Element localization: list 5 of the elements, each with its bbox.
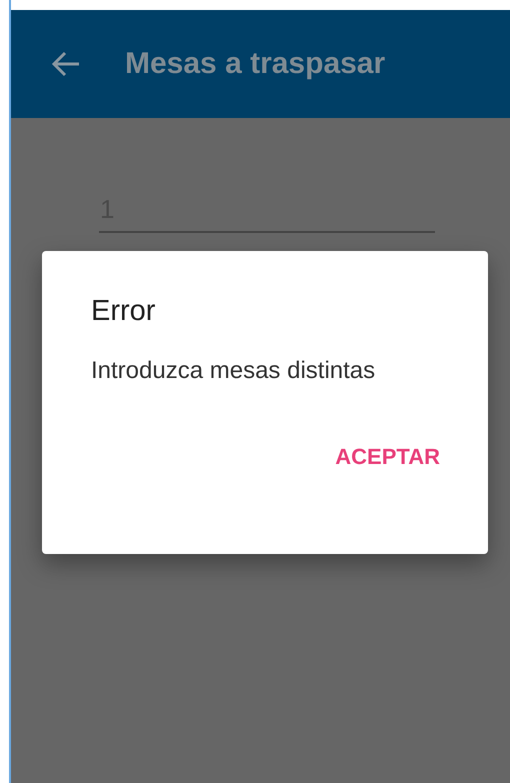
dialog-title: Error (91, 295, 156, 328)
dialog-message: Introduzca mesas distintas (91, 356, 376, 386)
screen-title: Mesas a traspasar (125, 47, 386, 81)
back-arrow-icon (51, 51, 81, 77)
accept-button[interactable]: ACEPTAR (335, 440, 440, 474)
